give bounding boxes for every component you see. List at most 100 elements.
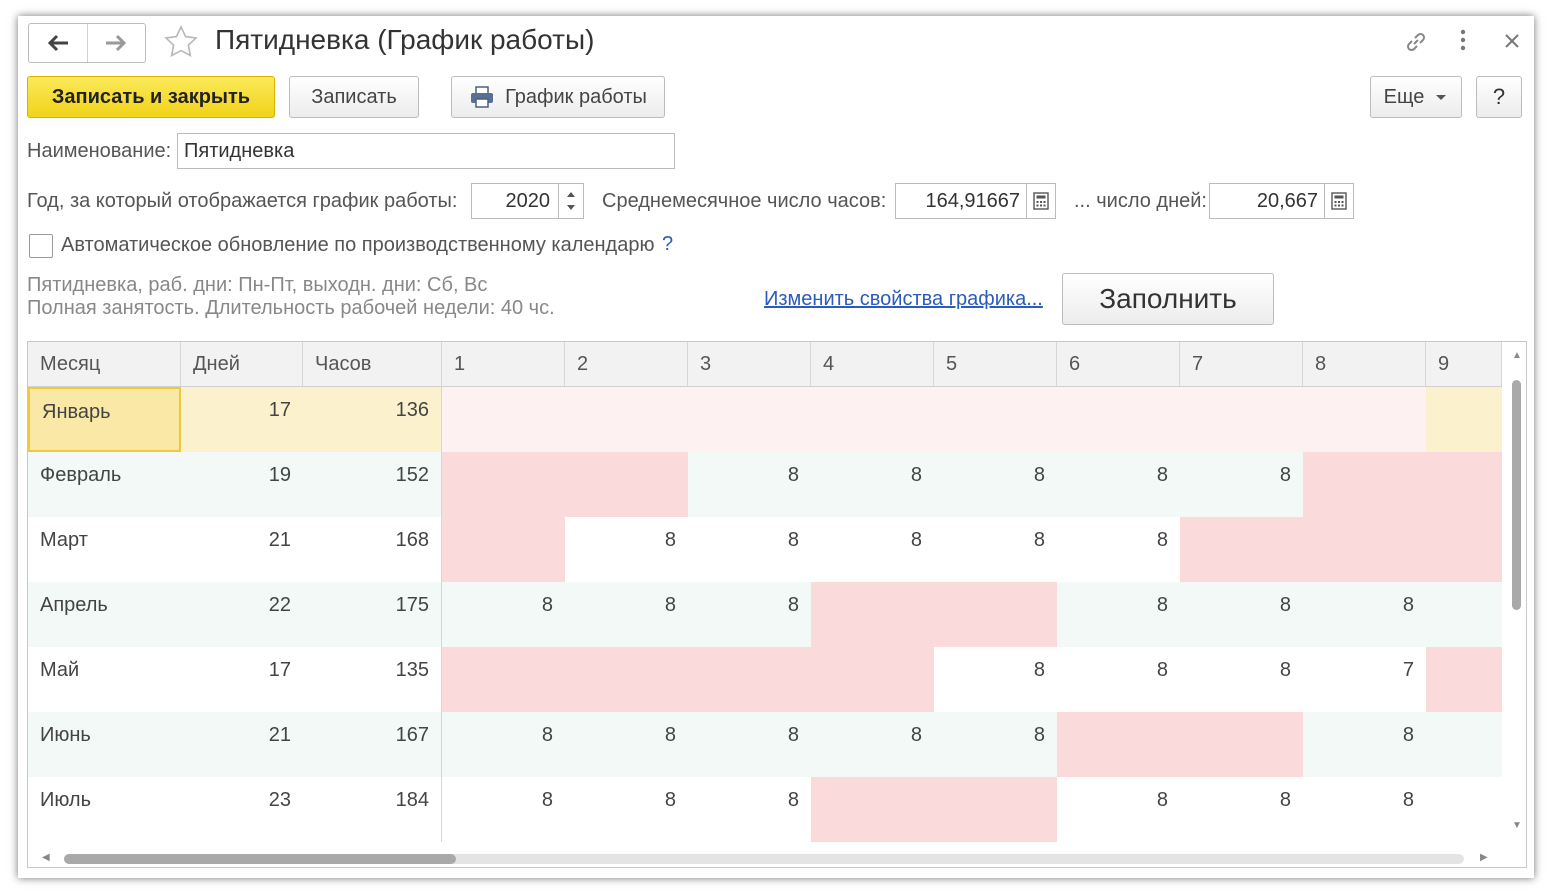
forward-button[interactable] xyxy=(86,24,146,62)
day-cell[interactable]: 8 xyxy=(811,712,934,777)
day-cell[interactable] xyxy=(688,387,811,452)
day-cell[interactable]: 8 xyxy=(1057,582,1180,647)
year-input[interactable]: 2020 xyxy=(471,183,559,219)
column-header[interactable]: 9 xyxy=(1426,342,1502,386)
day-cell[interactable]: 8 xyxy=(1057,777,1180,842)
day-cell[interactable] xyxy=(811,387,934,452)
help-question-icon[interactable]: ? xyxy=(662,233,673,256)
table-row[interactable]: Январь 17 136 xyxy=(28,387,1502,452)
month-cell[interactable]: Май xyxy=(28,647,181,712)
day-cell[interactable]: 8 xyxy=(442,777,565,842)
day-cell[interactable]: 8 xyxy=(1057,517,1180,582)
day-cell[interactable] xyxy=(934,387,1057,452)
day-cell[interactable] xyxy=(811,582,934,647)
day-cell[interactable] xyxy=(1426,582,1502,647)
column-header[interactable]: 3 xyxy=(688,342,811,386)
hours-cell[interactable]: 136 xyxy=(303,387,442,452)
day-cell[interactable] xyxy=(1180,517,1303,582)
day-cell[interactable]: 8 xyxy=(565,582,688,647)
day-cell[interactable] xyxy=(565,647,688,712)
day-cell[interactable] xyxy=(1426,517,1502,582)
column-header[interactable]: Месяц xyxy=(28,342,181,386)
days-cell[interactable]: 19 xyxy=(181,452,303,517)
day-cell[interactable]: 8 xyxy=(1180,647,1303,712)
back-button[interactable] xyxy=(29,24,87,62)
column-header[interactable]: 7 xyxy=(1180,342,1303,386)
day-cell[interactable]: 7 xyxy=(1303,647,1426,712)
horizontal-scrollbar[interactable]: ◀ ▶ xyxy=(28,849,1508,867)
month-cell[interactable]: Июль xyxy=(28,777,181,842)
day-cell[interactable] xyxy=(1303,387,1426,452)
schedule-print-button[interactable]: График работы xyxy=(451,76,665,118)
days-cell[interactable]: 17 xyxy=(181,647,303,712)
day-cell[interactable] xyxy=(934,777,1057,842)
column-header[interactable]: 6 xyxy=(1057,342,1180,386)
hours-cell[interactable]: 168 xyxy=(303,517,442,582)
table-row[interactable]: Апрель 22 175 8 8 8 8 8 8 xyxy=(28,582,1502,647)
table-row[interactable]: Май 17 135 8 8 8 7 xyxy=(28,647,1502,712)
table-row[interactable]: Июнь 21 167 8 8 8 8 8 8 xyxy=(28,712,1502,777)
day-cell[interactable]: 8 xyxy=(688,582,811,647)
column-header[interactable]: 8 xyxy=(1303,342,1426,386)
day-cell[interactable] xyxy=(442,452,565,517)
table-row[interactable]: Июль 23 184 8 8 8 8 8 8 xyxy=(28,777,1502,842)
column-header[interactable]: Дней xyxy=(181,342,303,386)
days-cell[interactable]: 23 xyxy=(181,777,303,842)
day-cell[interactable] xyxy=(1426,647,1502,712)
column-header[interactable]: 2 xyxy=(565,342,688,386)
auto-update-checkbox[interactable] xyxy=(29,234,53,258)
day-cell[interactable] xyxy=(1426,712,1502,777)
day-cell[interactable]: 8 xyxy=(811,452,934,517)
days-cell[interactable]: 21 xyxy=(181,517,303,582)
day-cell[interactable] xyxy=(1426,777,1502,842)
column-header[interactable]: 5 xyxy=(934,342,1057,386)
day-cell[interactable] xyxy=(1057,387,1180,452)
day-cell[interactable]: 8 xyxy=(688,712,811,777)
avg-days-input[interactable]: 20,667 xyxy=(1209,183,1325,219)
avg-hours-input[interactable]: 164,91667 xyxy=(895,183,1027,219)
day-cell[interactable]: 8 xyxy=(811,517,934,582)
fill-button[interactable]: Заполнить xyxy=(1062,273,1274,325)
month-cell[interactable]: Февраль xyxy=(28,452,181,517)
day-cell[interactable]: 8 xyxy=(565,712,688,777)
day-cell[interactable]: 8 xyxy=(565,517,688,582)
day-cell[interactable] xyxy=(442,387,565,452)
vertical-scroll-thumb[interactable] xyxy=(1512,380,1521,610)
month-cell[interactable]: Январь xyxy=(28,387,181,452)
hours-cell[interactable]: 184 xyxy=(303,777,442,842)
day-cell[interactable] xyxy=(565,387,688,452)
day-cell[interactable]: 8 xyxy=(1180,777,1303,842)
day-cell[interactable]: 8 xyxy=(934,517,1057,582)
hours-cell[interactable]: 175 xyxy=(303,582,442,647)
more-button[interactable]: Еще xyxy=(1370,76,1462,118)
calculator-icon[interactable] xyxy=(1026,183,1056,219)
name-input[interactable]: Пятидневка xyxy=(177,133,675,169)
scroll-down-icon[interactable]: ▼ xyxy=(1512,820,1522,831)
vertical-scrollbar[interactable]: ▲ ▼ xyxy=(1508,342,1526,848)
day-cell[interactable]: 8 xyxy=(1303,582,1426,647)
day-cell[interactable]: 8 xyxy=(1057,647,1180,712)
day-cell[interactable]: 8 xyxy=(688,517,811,582)
day-cell[interactable] xyxy=(688,647,811,712)
day-cell[interactable]: 8 xyxy=(934,712,1057,777)
day-cell[interactable] xyxy=(1303,517,1426,582)
day-cell[interactable]: 8 xyxy=(934,452,1057,517)
day-cell[interactable] xyxy=(811,647,934,712)
hours-cell[interactable]: 167 xyxy=(303,712,442,777)
calculator-icon[interactable] xyxy=(1324,183,1354,219)
day-cell[interactable] xyxy=(811,777,934,842)
horizontal-scroll-thumb[interactable] xyxy=(64,854,456,864)
change-properties-link[interactable]: Изменить свойства графика... xyxy=(764,288,1043,311)
day-cell[interactable] xyxy=(1180,387,1303,452)
day-cell[interactable]: 8 xyxy=(442,582,565,647)
day-cell[interactable]: 8 xyxy=(1303,777,1426,842)
day-cell[interactable] xyxy=(442,517,565,582)
day-cell[interactable]: 8 xyxy=(1303,712,1426,777)
column-header[interactable]: 4 xyxy=(811,342,934,386)
more-vertical-icon[interactable] xyxy=(1458,28,1468,59)
day-cell[interactable] xyxy=(1303,452,1426,517)
day-cell[interactable]: 8 xyxy=(934,647,1057,712)
save-and-close-button[interactable]: Записать и закрыть xyxy=(27,76,275,118)
help-button[interactable]: ? xyxy=(1476,76,1522,118)
day-cell[interactable]: 8 xyxy=(1180,452,1303,517)
